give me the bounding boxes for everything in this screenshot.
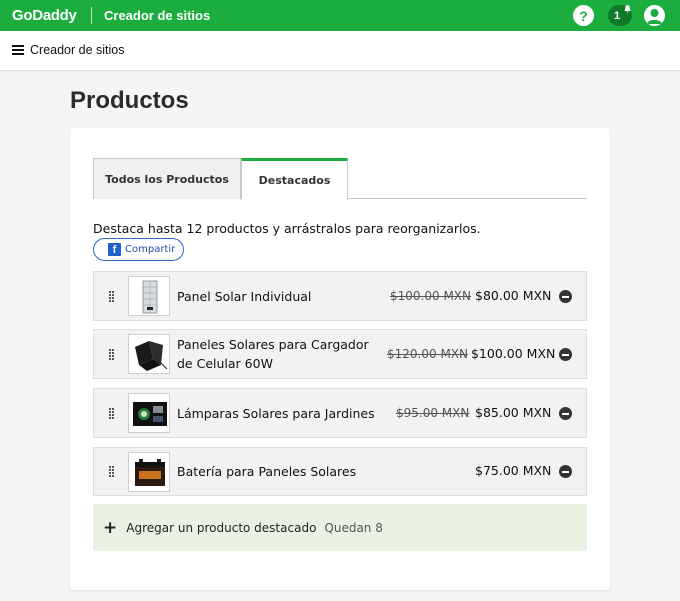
- product-thumbnail: [128, 452, 170, 492]
- product-old-price: $120.00 MXN: [387, 347, 468, 361]
- product-old-price: $100.00 MXN: [390, 289, 471, 303]
- product-thumbnail: [128, 334, 170, 374]
- share-facebook-button[interactable]: f Compartir: [93, 238, 184, 261]
- remove-icon[interactable]: [559, 407, 572, 420]
- divider: [91, 7, 92, 24]
- facebook-icon: f: [108, 243, 121, 256]
- solar-panel-image: [142, 280, 158, 314]
- remaining-count: Quedan 8: [324, 520, 383, 535]
- notifications-button[interactable]: 1: [608, 5, 632, 26]
- site-builder-title[interactable]: Creador de sitios: [30, 43, 125, 57]
- remove-icon[interactable]: [559, 290, 572, 303]
- add-featured-label: Agregar un producto destacado: [126, 520, 317, 535]
- remove-icon[interactable]: [559, 348, 572, 361]
- add-featured-product-button[interactable]: + Agregar un producto destacado Quedan 8: [93, 504, 587, 551]
- account-button[interactable]: [644, 5, 665, 26]
- product-name: Batería para Paneles Solares: [177, 464, 357, 479]
- menu-icon[interactable]: [12, 45, 24, 55]
- garden-lamp-image: [133, 402, 167, 426]
- featured-product-row[interactable]: Paneles Solares para Cargador de Celular…: [93, 329, 587, 379]
- products-card: Todos los Productos Destacados Destaca h…: [70, 128, 610, 590]
- featured-description: Destaca hasta 12 productos y arrástralos…: [93, 221, 481, 236]
- battery-image: [135, 459, 165, 486]
- product-price: $85.00 MXN: [475, 405, 552, 420]
- share-label: Compartir: [125, 244, 176, 255]
- product-thumbnail: [128, 393, 170, 433]
- product-price: $75.00 MXN: [475, 463, 552, 478]
- top-bar: GoDaddy Creador de sitios ? 1: [0, 0, 680, 31]
- site-builder-bar: Creador de sitios: [0, 31, 680, 70]
- product-old-price: $95.00 MXN: [396, 406, 470, 420]
- product-price: $100.00 MXN: [471, 346, 556, 361]
- godaddy-logo[interactable]: GoDaddy: [12, 7, 77, 24]
- help-icon: ?: [579, 7, 588, 24]
- featured-product-row[interactable]: Panel Solar Individual $100.00 MXN $80.0…: [93, 271, 587, 321]
- product-name: Panel Solar Individual: [177, 289, 312, 304]
- plus-icon: +: [103, 517, 118, 538]
- bell-icon: [624, 5, 631, 13]
- tab-featured[interactable]: Destacados: [241, 158, 348, 200]
- drag-handle-icon[interactable]: [109, 349, 115, 361]
- drag-handle-icon[interactable]: [109, 291, 115, 303]
- remove-icon[interactable]: [559, 465, 572, 478]
- product-price: $80.00 MXN: [475, 288, 552, 303]
- product-thumbnail: [128, 276, 170, 316]
- app-title: Creador de sitios: [104, 8, 211, 23]
- help-button[interactable]: ?: [573, 5, 594, 26]
- product-name: Paneles Solares para Cargador de Celular…: [177, 337, 369, 371]
- user-icon: [647, 9, 662, 24]
- page-title: Productos: [70, 87, 189, 114]
- featured-product-row[interactable]: Lámparas Solares para Jardines $95.00 MX…: [93, 388, 587, 438]
- drag-handle-icon[interactable]: [109, 466, 115, 478]
- folding-panel-image: [135, 341, 168, 371]
- notification-count: 1: [614, 9, 621, 22]
- drag-handle-icon[interactable]: [109, 408, 115, 420]
- featured-product-row[interactable]: Batería para Paneles Solares $75.00 MXN: [93, 447, 587, 496]
- product-name: Lámparas Solares para Jardines: [177, 406, 375, 421]
- tab-all-products[interactable]: Todos los Productos: [93, 158, 241, 199]
